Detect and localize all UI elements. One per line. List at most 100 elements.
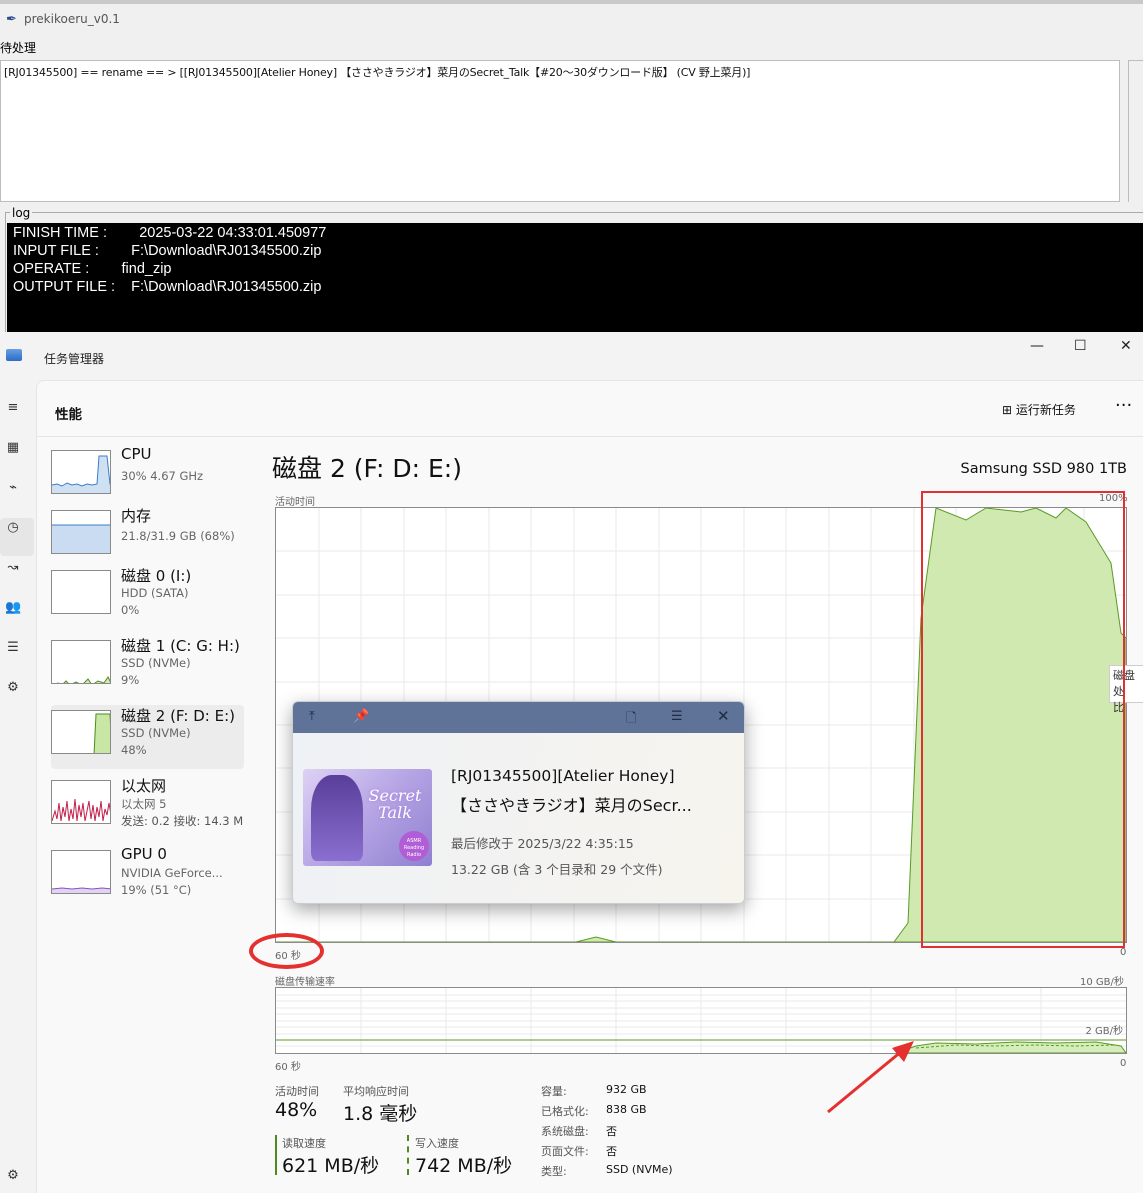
- document-icon[interactable]: 🗋: [626, 709, 636, 731]
- log-line: OUTPUT FILE : F:\Download\RJ01345500.zip: [13, 279, 322, 295]
- write-speed-label: 写入速度: [415, 1137, 459, 1150]
- device-memory[interactable]: 内存 21.8/31.9 GB (68%): [51, 505, 244, 565]
- app-history-icon[interactable]: ◷: [5, 520, 21, 536]
- run-new-task-label: 运行新任务: [1015, 403, 1076, 417]
- cover-badge: ASMR Reading Radio: [399, 831, 429, 861]
- list-icon[interactable]: ☰: [671, 709, 683, 724]
- device-detail: 以太网 5: [121, 797, 167, 811]
- page-title: 性能: [55, 407, 82, 423]
- device-usage: 19% (51 °C): [121, 883, 192, 897]
- chart-transfer-mid: 2 GB/秒: [1085, 1026, 1123, 1037]
- chart-activity-label: 活动时间: [275, 497, 315, 508]
- device-detail: HDD (SATA): [121, 586, 189, 600]
- log-label: log: [10, 206, 33, 220]
- prop-key: 容量:: [541, 1085, 567, 1098]
- device-usage: 发送: 0.2 接收: 14.3 M: [121, 814, 244, 828]
- log-console[interactable]: FINISH TIME : 2025-03-22 04:33:01.450977…: [7, 223, 1143, 336]
- gpu-thumb-graph: [51, 850, 111, 894]
- file-name-line1: [RJ01345500][Atelier Honey]: [451, 767, 675, 785]
- cover-title: Secret Talk: [368, 786, 422, 822]
- device-detail: 30% 4.67 GHz: [121, 469, 204, 483]
- performance-icon[interactable]: ⌁: [5, 480, 21, 496]
- device-usage: 0%: [121, 603, 140, 617]
- log-line: INPUT FILE : F:\Download\RJ01345500.zip: [13, 243, 322, 259]
- popup-toolbar: ⤒ 📌 🗋 ☰ ✕: [293, 702, 744, 733]
- startup-apps-icon[interactable]: ↝: [5, 560, 21, 576]
- chart-transfer-ymax: 10 GB/秒: [1080, 977, 1124, 988]
- arrow-annotation: [827, 1041, 914, 1114]
- run-new-task-button[interactable]: ⊞ 运行新任务: [1002, 401, 1076, 418]
- album-cover-thumbnail: Secret Talk ASMR Reading Radio: [303, 769, 432, 866]
- read-speed-marker: [275, 1135, 277, 1175]
- pending-text: [RJ01345500] == rename == > [[RJ01345500…: [4, 66, 751, 79]
- device-gpu[interactable]: GPU 0 NVIDIA GeForce... 19% (51 °C): [51, 845, 244, 905]
- device-usage: 48%: [121, 743, 147, 757]
- header-divider: [37, 436, 1143, 437]
- highlight-box: [921, 491, 1125, 948]
- transfer-rate-chart: 2 GB/秒: [275, 987, 1127, 1054]
- feather-icon: ✒: [6, 12, 17, 27]
- device-name: CPU: [121, 445, 152, 463]
- device-disk2[interactable]: 磁盘 2 (F: D: E:) SSD (NVMe) 48%: [51, 705, 244, 769]
- prop-key: 类型:: [541, 1165, 567, 1178]
- chart-transfer-xleft: 60 秒: [275, 1062, 301, 1073]
- highlight-circle: [249, 933, 324, 969]
- device-name: GPU 0: [121, 845, 167, 863]
- pending-textbox[interactable]: [RJ01345500] == rename == > [[RJ01345500…: [0, 60, 1120, 202]
- right-panel-edge: [1128, 60, 1143, 202]
- maximize-button[interactable]: ☐: [1074, 338, 1087, 354]
- chart-transfer-xright: 0: [1120, 1058, 1127, 1069]
- cpu-thumb-graph: [51, 450, 111, 494]
- nav-sidebar: ≡ ▦ ⌁ ◷ ↝ 👥 ☰ ⚙ ⚙: [0, 380, 36, 1193]
- device-ethernet[interactable]: 以太网 以太网 5 发送: 0.2 接收: 14.3 M: [51, 775, 244, 835]
- users-icon[interactable]: 👥: [5, 600, 21, 616]
- device-disk0[interactable]: 磁盘 0 (I:) HDD (SATA) 0%: [51, 565, 244, 625]
- minimize-button[interactable]: —: [1030, 338, 1044, 354]
- file-preview-popup: ⤒ 📌 🗋 ☰ ✕ Secret Talk ASMR Reading Radio…: [292, 701, 745, 904]
- read-speed-label: 读取速度: [282, 1137, 326, 1150]
- log-line: FINISH TIME : 2025-03-22 04:33:01.450977: [13, 225, 327, 241]
- character-art: [311, 775, 363, 861]
- device-name: 内存: [121, 507, 152, 525]
- active-time-label: 活动时间: [275, 1085, 319, 1098]
- prop-value: SSD (NVMe): [606, 1163, 673, 1176]
- hamburger-menu-icon[interactable]: ≡: [5, 400, 21, 416]
- pending-label: 待处理: [0, 41, 37, 55]
- more-options-button[interactable]: ···: [1115, 395, 1132, 416]
- device-cpu[interactable]: CPU 30% 4.67 GHz: [51, 445, 244, 505]
- prop-value: 932 GB: [606, 1083, 647, 1096]
- device-name: 磁盘 2 (F: D: E:): [121, 707, 235, 725]
- pin-top-icon[interactable]: ⤒: [309, 709, 315, 724]
- ethernet-thumb-graph: [51, 780, 111, 824]
- disk2-thumb-graph: [51, 710, 111, 754]
- close-icon[interactable]: ✕: [717, 707, 730, 725]
- disk1-thumb-graph: [51, 640, 111, 684]
- pin-icon[interactable]: 📌: [353, 709, 369, 724]
- device-detail: NVIDIA GeForce...: [121, 866, 223, 880]
- log-line: OPERATE : find_zip: [13, 261, 172, 277]
- settings-icon[interactable]: ⚙: [5, 1168, 21, 1184]
- task-manager-icon: [6, 349, 22, 361]
- processes-icon[interactable]: ▦: [5, 440, 21, 456]
- response-time-label: 平均响应时间: [343, 1085, 409, 1098]
- active-time-value: 48%: [275, 1099, 318, 1121]
- device-name: 磁盘 0 (I:): [121, 567, 192, 585]
- close-button[interactable]: ✕: [1120, 338, 1132, 354]
- window-title: 任务管理器: [44, 352, 105, 366]
- details-icon[interactable]: ☰: [5, 640, 21, 656]
- device-usage: 9%: [121, 673, 140, 687]
- file-name-line2: 【ささやきラジオ】菜月のSecr...: [451, 796, 692, 815]
- write-speed-marker: [407, 1135, 409, 1175]
- disk-model: Samsung SSD 980 1TB: [960, 461, 1127, 477]
- services-icon[interactable]: ⚙: [5, 680, 21, 696]
- device-disk1[interactable]: 磁盘 1 (C: G: H:) SSD (NVMe) 9%: [51, 635, 244, 695]
- disk0-thumb-graph: [51, 570, 111, 614]
- chart-activity-xright: 0: [1120, 947, 1127, 958]
- prekikoeru-window: ✒ prekikoeru_v0.1 待处理 [RJ01345500] == re…: [0, 4, 1143, 336]
- disk-title: 磁盘 2 (F: D: E:): [272, 454, 462, 483]
- memory-thumb-graph: [51, 510, 111, 554]
- prop-value: 否: [606, 1145, 617, 1158]
- prop-value: 838 GB: [606, 1103, 647, 1116]
- response-time-value: 1.8 毫秒: [343, 1103, 418, 1125]
- chart-transfer-label: 磁盘传输速率: [275, 977, 335, 988]
